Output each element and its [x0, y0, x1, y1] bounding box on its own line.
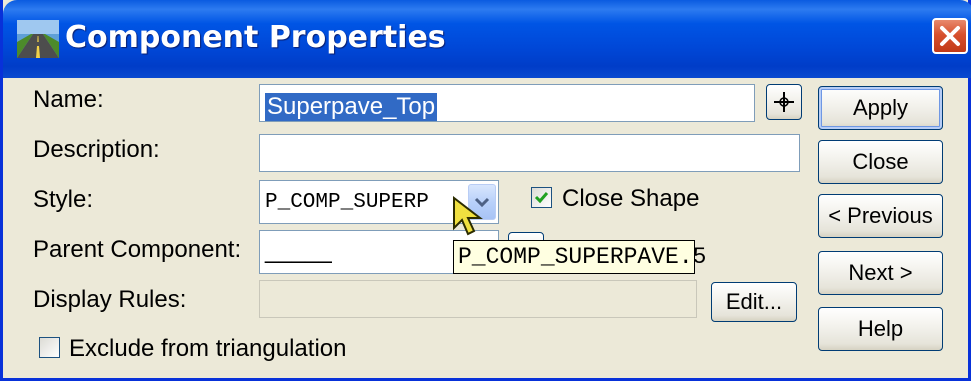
close-shape-checkbox[interactable] — [531, 187, 552, 208]
apply-button[interactable]: Apply — [818, 86, 943, 130]
style-label: Style: — [33, 186, 94, 213]
road-icon — [17, 20, 59, 58]
style-tooltip: P_COMP_SUPERPAVE.5 — [453, 240, 706, 274]
pick-button[interactable] — [766, 84, 802, 120]
window-title: Component Properties — [65, 20, 446, 55]
parent-component-value: _____ — [265, 237, 332, 264]
edit-button[interactable]: Edit... — [711, 282, 797, 322]
description-label: Description: — [33, 136, 160, 163]
next-button[interactable]: Next > — [818, 251, 943, 295]
close-button[interactable]: Close — [818, 140, 943, 184]
style-select-value: P_COMP_SUPERP — [265, 191, 429, 214]
exclude-triangulation-checkbox[interactable] — [39, 337, 60, 358]
checkmark-icon — [534, 192, 549, 204]
close-shape-label[interactable]: Close Shape — [562, 185, 699, 213]
previous-button[interactable]: < Previous — [818, 194, 943, 238]
parent-component-label: Parent Component: — [33, 236, 242, 263]
close-window-button[interactable] — [932, 18, 968, 54]
name-input[interactable]: Superpave_Top — [259, 84, 755, 122]
dialog-window: Component Properties Name: Superpave_Top… — [0, 0, 971, 381]
crosshair-icon — [774, 92, 794, 112]
description-input[interactable] — [259, 134, 800, 172]
name-label: Name: — [33, 86, 104, 113]
exclude-triangulation-label[interactable]: Exclude from triangulation — [69, 335, 346, 363]
close-icon — [940, 26, 960, 46]
cursor-icon — [453, 196, 483, 236]
title-bar[interactable]: Component Properties — [3, 0, 971, 78]
name-input-value: Superpave_Top — [265, 93, 438, 121]
help-button[interactable]: Help — [818, 307, 943, 351]
display-rules-label: Display Rules: — [33, 286, 187, 313]
display-rules-input — [259, 280, 697, 318]
